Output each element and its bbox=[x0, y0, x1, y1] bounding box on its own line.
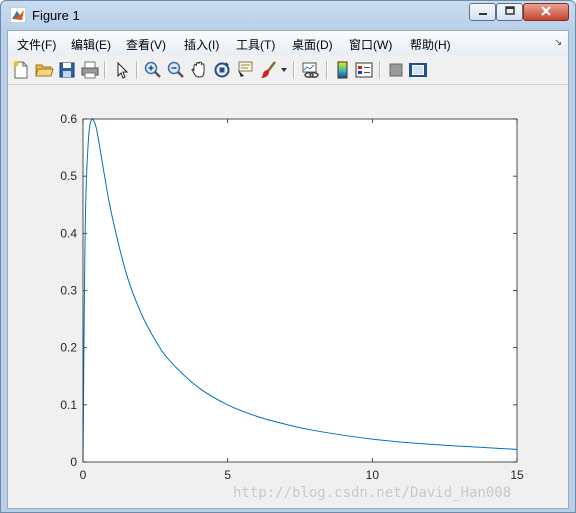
colorbar-icon[interactable] bbox=[333, 60, 353, 80]
toolbar-separator bbox=[104, 61, 106, 79]
legend-icon[interactable] bbox=[354, 60, 374, 80]
figure-toolbar bbox=[8, 56, 568, 85]
y-tick-label: 0 bbox=[70, 455, 77, 469]
menu-file[interactable]: 文件(F) bbox=[17, 36, 56, 53]
close-button[interactable] bbox=[523, 3, 569, 21]
title-bar[interactable]: Figure 1 bbox=[1, 1, 575, 29]
close-icon bbox=[541, 6, 551, 16]
brush-icon[interactable] bbox=[259, 60, 279, 80]
link-plot-icon[interactable] bbox=[301, 60, 321, 80]
maximize-button[interactable] bbox=[496, 3, 523, 21]
x-tick-label: 15 bbox=[510, 468, 524, 482]
save-icon[interactable] bbox=[57, 60, 77, 80]
menu-help[interactable]: 帮助(H) bbox=[410, 36, 451, 53]
maximize-icon bbox=[504, 6, 515, 15]
y-tick-label: 0.3 bbox=[60, 284, 77, 298]
menu-desktop[interactable]: 桌面(D) bbox=[292, 36, 333, 53]
figure-window: Figure 1 文件(F) 编辑(E) 查看(V) 插入(I) 工具(T) 桌… bbox=[0, 0, 576, 513]
axes-background bbox=[83, 119, 517, 462]
matlab-logo-icon bbox=[10, 7, 26, 23]
zoom-in-icon[interactable] bbox=[143, 60, 163, 80]
menu-edit[interactable]: 编辑(E) bbox=[71, 36, 111, 53]
menu-bar: 文件(F) 编辑(E) 查看(V) 插入(I) 工具(T) 桌面(D) 窗口(W… bbox=[8, 31, 568, 55]
hide-plot-tools-icon[interactable] bbox=[386, 60, 406, 80]
line-chart: 0 5 10 15 0 0.1 0.2 0.3 0.4 0.5 0.6 bbox=[60, 112, 524, 482]
new-figure-icon[interactable] bbox=[11, 60, 31, 80]
x-tick-label: 0 bbox=[80, 468, 87, 482]
print-icon[interactable] bbox=[80, 60, 100, 80]
x-tick-label: 10 bbox=[366, 468, 380, 482]
y-tick-label: 0.5 bbox=[60, 169, 77, 183]
x-tick-label: 5 bbox=[224, 468, 231, 482]
watermark-text: http://blog.csdn.net/David_Han008 bbox=[233, 485, 512, 501]
select-arrow-icon[interactable] bbox=[112, 60, 132, 80]
minimize-button[interactable] bbox=[469, 3, 496, 21]
menu-dock-arrow-icon[interactable]: ↘ bbox=[554, 37, 562, 48]
rotate-3d-icon[interactable] bbox=[212, 60, 232, 80]
minimize-icon bbox=[478, 13, 487, 15]
data-cursor-icon[interactable] bbox=[235, 60, 255, 80]
menu-view[interactable]: 查看(V) bbox=[126, 36, 166, 53]
y-tick-label: 0.6 bbox=[60, 112, 77, 126]
toolbar-separator bbox=[293, 61, 295, 79]
figure-canvas: 0 5 10 15 0 0.1 0.2 0.3 0.4 0.5 0.6 bbox=[8, 85, 568, 508]
toolbar-separator bbox=[136, 61, 138, 79]
menu-tools[interactable]: 工具(T) bbox=[236, 36, 275, 53]
figure-client-area: 文件(F) 编辑(E) 查看(V) 插入(I) 工具(T) 桌面(D) 窗口(W… bbox=[7, 30, 569, 509]
y-tick-label: 0.4 bbox=[60, 226, 77, 240]
zoom-out-icon[interactable] bbox=[166, 60, 186, 80]
y-tick-label: 0.2 bbox=[60, 341, 77, 355]
toolbar-separator bbox=[326, 61, 328, 79]
window-title: Figure 1 bbox=[32, 8, 80, 23]
toolbar-separator bbox=[379, 61, 381, 79]
pan-hand-icon[interactable] bbox=[189, 60, 209, 80]
y-tick-label: 0.1 bbox=[60, 398, 77, 412]
menu-insert[interactable]: 插入(I) bbox=[184, 36, 219, 53]
menu-window[interactable]: 窗口(W) bbox=[349, 36, 392, 53]
open-file-icon[interactable] bbox=[34, 60, 54, 80]
show-plot-tools-icon[interactable] bbox=[408, 60, 428, 80]
brush-dropdown-icon[interactable] bbox=[280, 67, 288, 73]
